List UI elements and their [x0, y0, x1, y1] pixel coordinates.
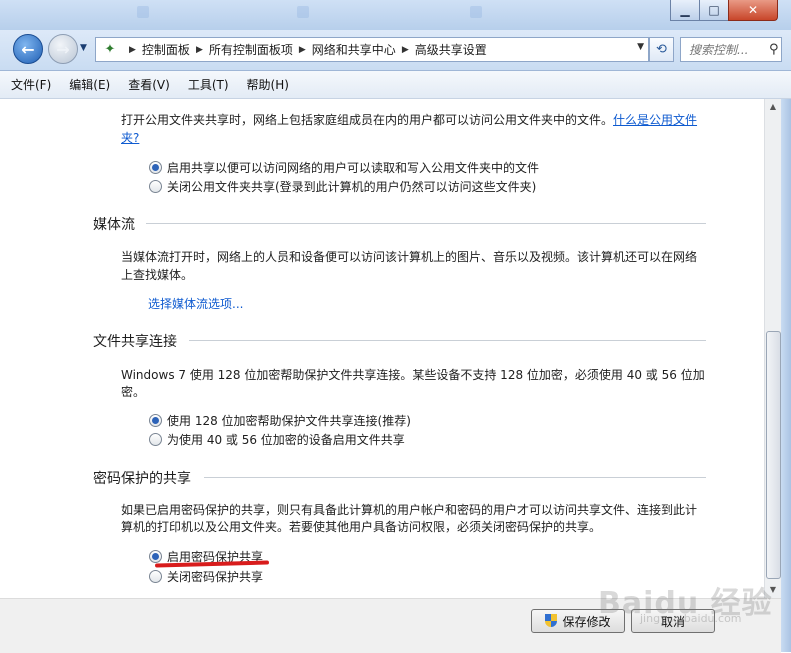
media-description-line1: 当媒体流打开时，网络上的人员和设备便可以访问该计算机上的图片、音乐以及视频。该计…: [121, 250, 698, 264]
section-divider: [146, 223, 706, 224]
file-sharing-description-line2: 密。: [121, 385, 146, 399]
section-divider: [189, 340, 706, 341]
minimize-button[interactable]: ▁: [670, 0, 700, 21]
media-description-line2: 上查找媒体。: [121, 268, 194, 282]
scrollbar-thumb[interactable]: [766, 331, 781, 579]
refresh-button[interactable]: ⟲: [649, 37, 674, 62]
menu-bar: 文件(F) 编辑(E) 查看(V) 工具(T) 帮助(H): [0, 71, 791, 99]
back-button[interactable]: ←: [13, 34, 43, 64]
public-folder-description-text: 打开公用文件夹共享时，网络上包括家庭组成员在内的用户都可以访问公用文件夹中的文件…: [121, 113, 614, 127]
breadcrumb-control-panel[interactable]: 控制面板: [142, 41, 190, 58]
radio-unselected[interactable]: [149, 180, 162, 193]
radio-label: 关闭密码保护共享: [167, 570, 264, 584]
section-divider: [204, 477, 706, 478]
background-tab: [295, 2, 423, 22]
radio-selected[interactable]: [149, 161, 162, 174]
forward-button[interactable]: →: [48, 34, 78, 64]
encryption-128-option[interactable]: 使用 128 位加密帮助保护文件共享连接(推荐): [149, 412, 411, 429]
public-folder-description: 打开公用文件夹共享时，网络上包括家庭组成员在内的用户都可以访问公用文件夹中的文件…: [121, 111, 697, 129]
address-dropdown-icon[interactable]: ▼: [637, 42, 644, 52]
address-bar[interactable]: ✦ ▶ 控制面板 ▶ 所有控制面板项 ▶ 网络和共享中心 ▶ 高级共享设置 ▼: [95, 37, 649, 62]
file-sharing-title: 文件共享连接: [93, 334, 177, 350]
choose-media-streaming-link[interactable]: 选择媒体流选项...: [148, 295, 243, 313]
search-icon[interactable]: ⚲: [769, 42, 779, 57]
public-sharing-off-option[interactable]: 关闭公用文件夹共享(登录到此计算机的用户仍然可以访问这些文件夹): [149, 178, 536, 195]
close-button[interactable]: ✕: [728, 0, 778, 21]
radio-label: 启用共享以便可以访问网络的用户可以读取和写入公用文件夹中的文件: [167, 161, 540, 175]
scroll-up-icon[interactable]: ▲: [765, 99, 781, 115]
password-description-line1: 如果已启用密码保护的共享，则只有具备此计算机的用户帐户和密码的用户才可以访问共享…: [121, 503, 698, 517]
breadcrumb-all-items[interactable]: 所有控制面板项: [209, 41, 293, 58]
breadcrumb-advanced-sharing[interactable]: 高级共享设置: [415, 41, 487, 58]
radio-label: 为使用 40 或 56 位加密的设备启用文件共享: [167, 433, 405, 447]
encryption-40-56-option[interactable]: 为使用 40 或 56 位加密的设备启用文件共享: [149, 431, 405, 448]
maximize-button[interactable]: □: [699, 0, 729, 21]
radio-selected[interactable]: [149, 414, 162, 427]
background-tab: [468, 2, 616, 22]
breadcrumb-arrow-icon[interactable]: ▶: [196, 45, 203, 55]
breadcrumb-arrow-icon[interactable]: ▶: [129, 45, 136, 55]
menu-help[interactable]: 帮助(H): [236, 76, 296, 93]
what-is-public-folder-link[interactable]: 什么是公用文件: [613, 113, 697, 127]
menu-file[interactable]: 文件(F): [0, 76, 58, 93]
baidu-watermark-url: jingyan.baidu.com: [640, 612, 742, 625]
radio-unselected[interactable]: [149, 433, 162, 446]
search-input[interactable]: [687, 41, 769, 58]
password-sharing-title: 密码保护的共享: [93, 471, 191, 487]
breadcrumb-network-center[interactable]: 网络和共享中心: [312, 41, 396, 58]
search-box[interactable]: ⚲: [680, 37, 782, 62]
menu-view[interactable]: 查看(V): [117, 76, 177, 93]
radio-label: 使用 128 位加密帮助保护文件共享连接(推荐): [167, 414, 411, 428]
window-title-bar[interactable]: ▁ □ ✕: [0, 0, 791, 30]
vertical-scrollbar[interactable]: ▲ ▼: [764, 99, 781, 598]
radio-selected[interactable]: [149, 550, 162, 563]
background-tab: [135, 2, 273, 22]
breadcrumb-arrow-icon[interactable]: ▶: [402, 45, 409, 55]
radio-label: 关闭公用文件夹共享(登录到此计算机的用户仍然可以访问这些文件夹): [167, 180, 537, 194]
menu-edit[interactable]: 编辑(E): [58, 76, 117, 93]
password-description-line2: 算机的打印机以及公用文件夹。若要使其他用户具备访问权限，必须关闭密码保护的共享。: [121, 520, 602, 534]
window-frame-edge: [781, 99, 791, 652]
breadcrumb-arrow-icon[interactable]: ▶: [299, 45, 306, 55]
media-streaming-title: 媒体流: [93, 217, 135, 233]
navigation-bar: ← → ▼ ✦ ▶ 控制面板 ▶ 所有控制面板项 ▶ 网络和共享中心 ▶ 高级共…: [0, 30, 791, 71]
radio-unselected[interactable]: [149, 570, 162, 583]
password-protect-off-option[interactable]: 关闭密码保护共享: [149, 568, 263, 585]
uac-shield-icon: [545, 614, 558, 628]
what-is-public-folder-link-cont[interactable]: 夹?: [121, 129, 139, 147]
menu-tools[interactable]: 工具(T): [177, 76, 236, 93]
network-icon: ✦: [104, 41, 116, 57]
file-sharing-description-line1: Windows 7 使用 128 位加密帮助保护文件共享连接。某些设备不支持 1…: [121, 368, 705, 382]
public-sharing-on-option[interactable]: 启用共享以便可以访问网络的用户可以读取和写入公用文件夹中的文件: [149, 159, 539, 176]
recent-pages-dropdown-icon[interactable]: ▼: [80, 43, 87, 53]
